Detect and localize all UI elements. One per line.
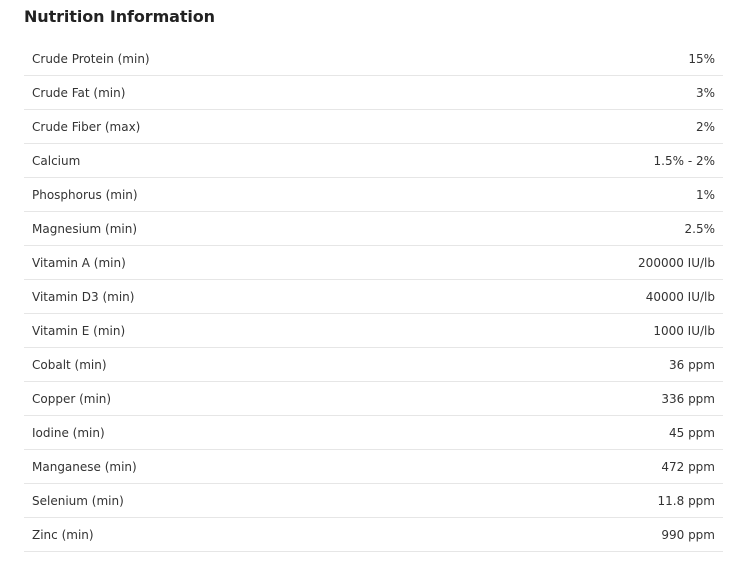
row-label: Copper (min): [32, 391, 112, 406]
table-row: Vitamin E (min) 1000 IU/lb: [24, 314, 723, 348]
row-label: Phosphorus (min): [32, 187, 138, 202]
row-value: 990 ppm: [661, 527, 715, 542]
row-value: 472 ppm: [661, 459, 715, 474]
row-value: 15%: [688, 51, 715, 66]
nutrition-table: Crude Protein (min) 15% Crude Fat (min) …: [24, 42, 723, 552]
row-label: Crude Protein (min): [32, 51, 150, 66]
table-row: Vitamin A (min) 200000 IU/lb: [24, 246, 723, 280]
table-row: Calcium 1.5% - 2%: [24, 144, 723, 178]
row-label: Calcium: [32, 153, 81, 168]
row-value: 1%: [695, 187, 715, 202]
nutrition-information-section: Nutrition Information Crude Protein (min…: [24, 0, 723, 552]
table-row: Iodine (min) 45 ppm: [24, 416, 723, 450]
row-label: Zinc (min): [32, 527, 94, 542]
table-row: Phosphorus (min) 1%: [24, 178, 723, 212]
row-value: 1.5% - 2%: [653, 153, 715, 168]
table-row: Zinc (min) 990 ppm: [24, 518, 723, 552]
row-value: 200000 IU/lb: [638, 255, 715, 270]
row-value: 1000 IU/lb: [653, 323, 715, 338]
row-value: 45 ppm: [668, 425, 715, 440]
row-value: 2.5%: [684, 221, 716, 236]
row-label: Selenium (min): [32, 493, 124, 508]
table-row: Crude Protein (min) 15%: [24, 42, 723, 76]
row-value: 336 ppm: [661, 391, 715, 406]
row-value: 2%: [695, 119, 715, 134]
row-label: Vitamin A (min): [32, 255, 126, 270]
row-value: 36 ppm: [668, 357, 715, 372]
table-row: Crude Fiber (max) 2%: [24, 110, 723, 144]
table-row: Selenium (min) 11.8 ppm: [24, 484, 723, 518]
table-row: Vitamin D3 (min) 40000 IU/lb: [24, 280, 723, 314]
row-label: Vitamin E (min): [32, 323, 126, 338]
row-label: Vitamin D3 (min): [32, 289, 135, 304]
table-row: Magnesium (min) 2.5%: [24, 212, 723, 246]
table-row: Copper (min) 336 ppm: [24, 382, 723, 416]
row-label: Crude Fat (min): [32, 85, 126, 100]
row-label: Crude Fiber (max): [32, 119, 141, 134]
row-label: Manganese (min): [32, 459, 137, 474]
table-row: Manganese (min) 472 ppm: [24, 450, 723, 484]
table-row: Crude Fat (min) 3%: [24, 76, 723, 110]
row-value: 11.8 ppm: [657, 493, 715, 508]
row-label: Magnesium (min): [32, 221, 137, 236]
row-value: 40000 IU/lb: [645, 289, 715, 304]
section-title: Nutrition Information: [24, 7, 215, 26]
row-value: 3%: [695, 85, 715, 100]
table-row: Cobalt (min) 36 ppm: [24, 348, 723, 382]
row-label: Cobalt (min): [32, 357, 107, 372]
row-label: Iodine (min): [32, 425, 105, 440]
